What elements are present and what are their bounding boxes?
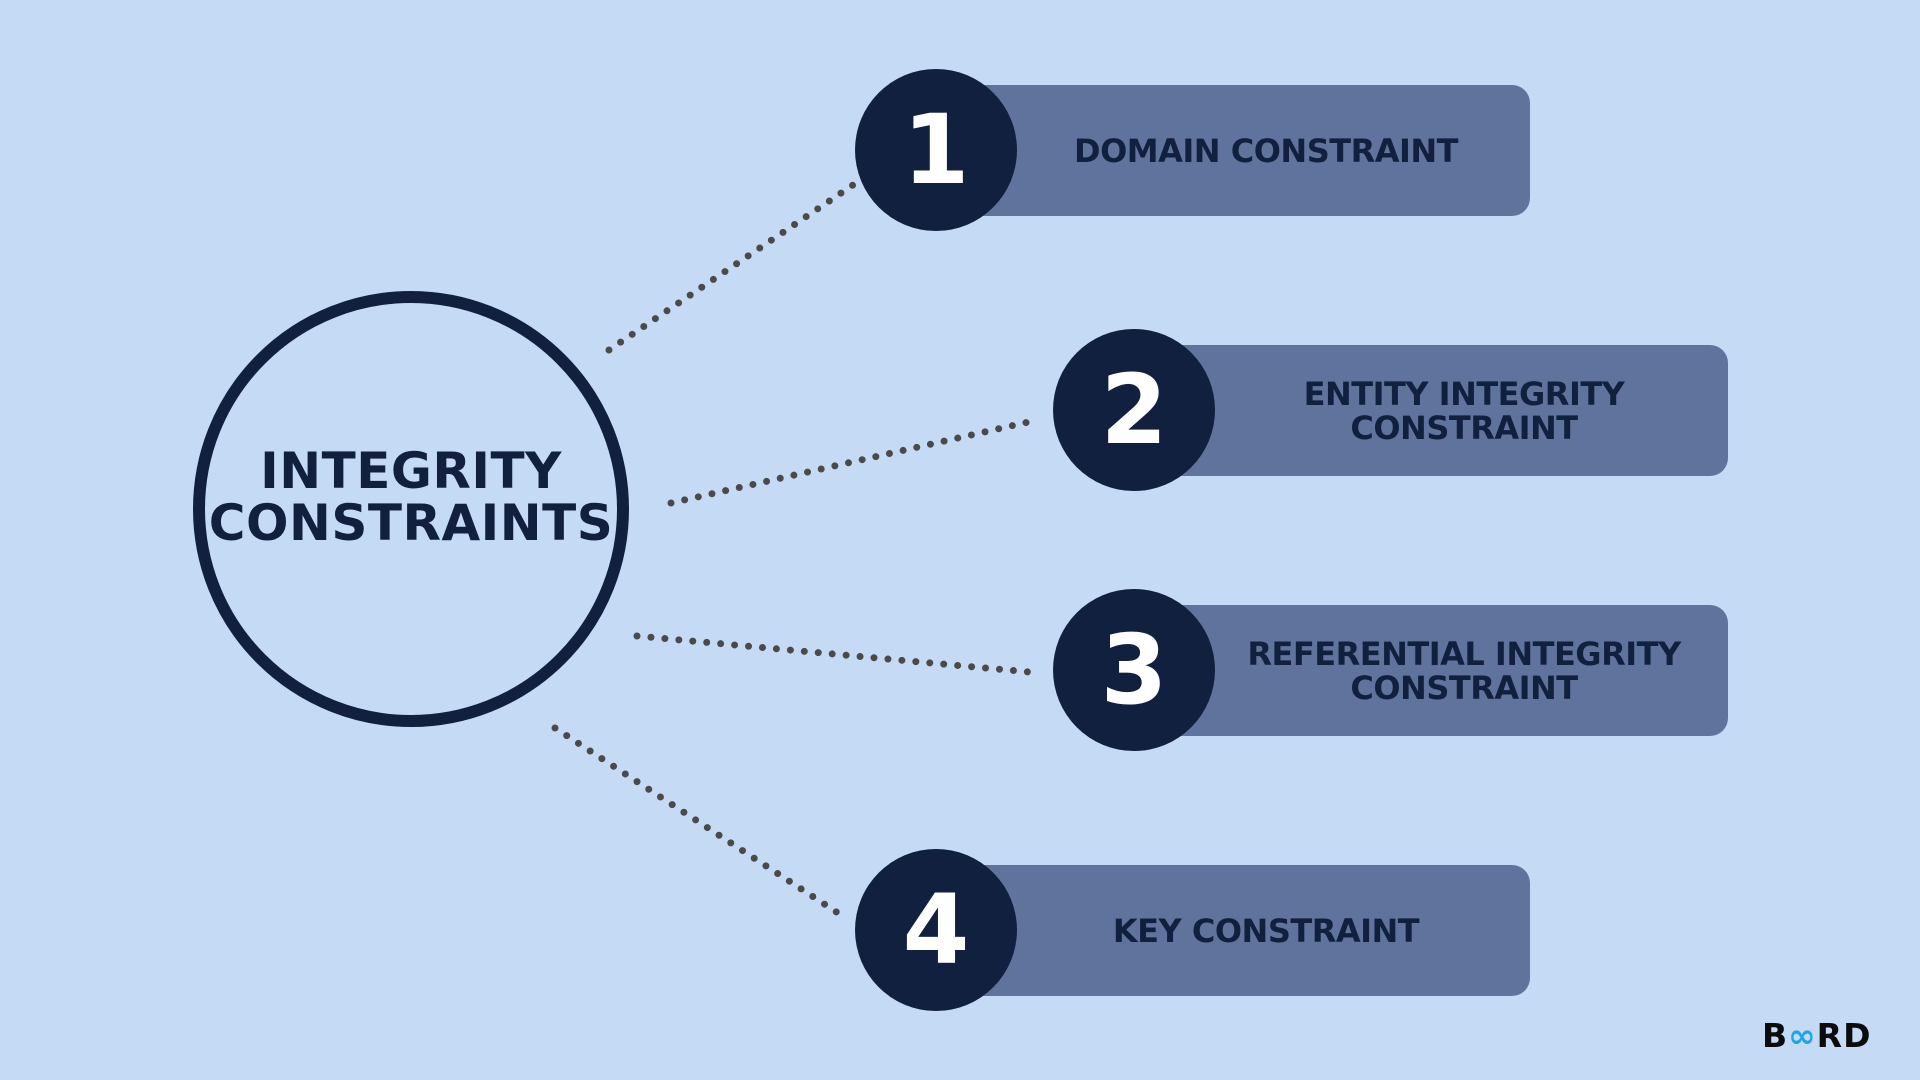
number-badge-2: 2 <box>1053 329 1215 491</box>
connector-2 <box>667 417 1037 507</box>
constraint-label-4: KEY CONSTRAINT <box>1112 911 1420 950</box>
number-badge-4: 4 <box>855 849 1017 1011</box>
number-badge-3: 3 <box>1053 589 1215 751</box>
constraint-box-2: ENTITY INTEGRITY CONSTRAINT <box>1158 345 1728 476</box>
label-line1: ENTITY INTEGRITY <box>1303 374 1625 413</box>
logo-suffix: RD <box>1816 1016 1872 1055</box>
logo-prefix: B <box>1762 1016 1789 1055</box>
label-line2: CONSTRAINT <box>1350 668 1578 707</box>
label-line1: DOMAIN CONSTRAINT <box>1074 131 1458 170</box>
constraint-box-4: KEY CONSTRAINT <box>960 865 1530 996</box>
constraint-label-3: REFERENTIAL INTEGRITY CONSTRAINT <box>1247 634 1681 707</box>
label-line2: CONSTRAINT <box>1350 408 1578 447</box>
hub-title-line2: CONSTRAINTS <box>208 493 614 552</box>
constraint-label-1: DOMAIN CONSTRAINT <box>1074 134 1458 168</box>
constraint-label-2: ENTITY INTEGRITY CONSTRAINT <box>1304 377 1625 445</box>
label-line1: KEY CONSTRAINT <box>1112 911 1420 950</box>
constraint-box-1: DOMAIN CONSTRAINT <box>960 85 1530 216</box>
hub-title: INTEGRITY CONSTRAINTS <box>209 445 613 549</box>
board-logo: B ∞ RD <box>1762 1016 1871 1055</box>
label-line1: REFERENTIAL INTEGRITY <box>1247 634 1681 673</box>
hub-title-line1: INTEGRITY <box>260 441 562 500</box>
constraint-box-3: REFERENTIAL INTEGRITY CONSTRAINT <box>1158 605 1728 736</box>
infinity-icon: ∞ <box>1788 1016 1817 1055</box>
connector-3 <box>633 632 1044 677</box>
number-badge-1: 1 <box>855 69 1017 231</box>
connector-4 <box>551 724 842 917</box>
hub-circle: INTEGRITY CONSTRAINTS <box>193 291 629 727</box>
connector-1 <box>605 181 857 354</box>
